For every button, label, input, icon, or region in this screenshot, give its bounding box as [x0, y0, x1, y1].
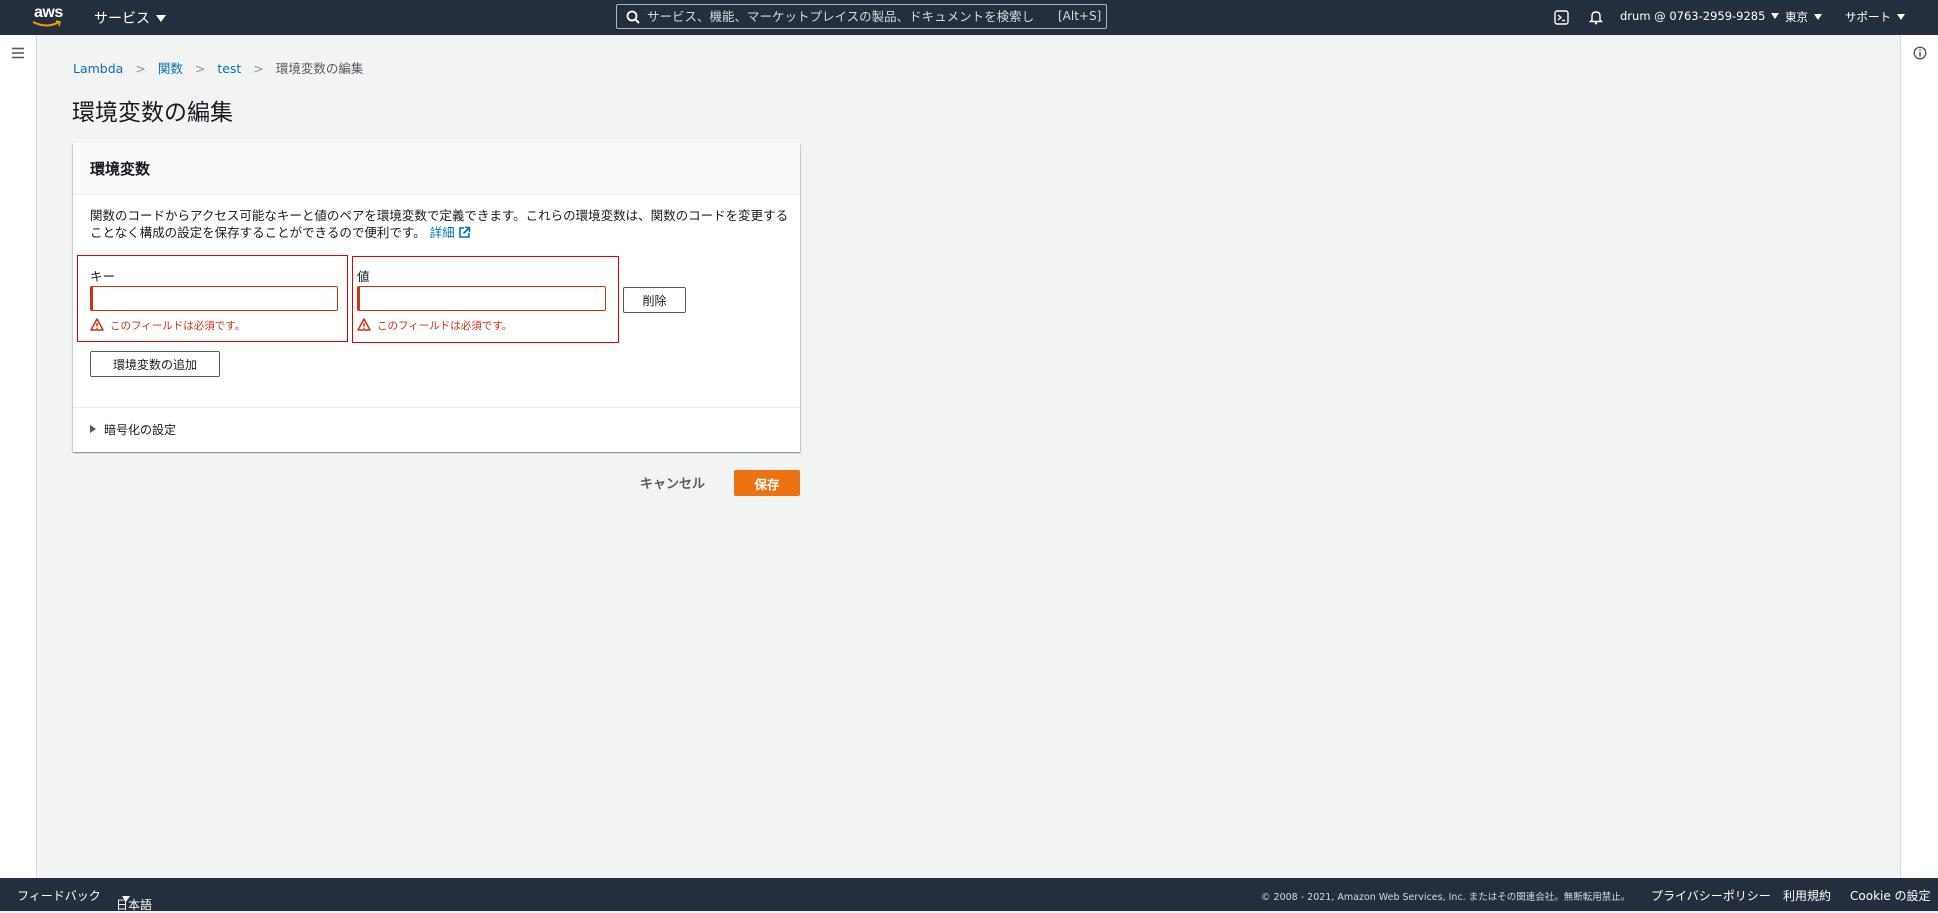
value-error-text: このフィールドは必須です。: [377, 320, 513, 332]
breadcrumb-item-test[interactable]: test: [217, 61, 241, 76]
account-label: drum @ 0763-2959-9285: [1620, 9, 1766, 23]
breadcrumb-item-lambda[interactable]: Lambda: [73, 61, 123, 76]
chevron-right-icon: >: [194, 61, 206, 76]
chevron-right-icon: >: [135, 61, 146, 76]
caret-down-icon: [122, 896, 130, 902]
tools-rail: [1900, 35, 1938, 878]
key-error-message: このフィールドは必須です。: [90, 318, 245, 333]
aws-logo[interactable]: aws: [30, 4, 70, 29]
footer: フィードバック 日本語 © 2008 - 2021, Amazon Web Se…: [0, 878, 1938, 912]
caret-down-icon: [1897, 14, 1905, 20]
search-shortcut: [Alt+S]: [1058, 9, 1102, 23]
caret-down-icon: [156, 15, 166, 22]
value-error-message: このフィールドは必須です。: [357, 318, 512, 333]
breadcrumb-item-functions[interactable]: 関数: [158, 61, 183, 76]
side-nav-rail: [0, 35, 37, 878]
support-label: サポート: [1845, 10, 1891, 24]
key-input[interactable]: [90, 286, 338, 311]
external-link-icon: [458, 226, 470, 238]
environment-variables-panel: 環境変数 関数のコードからアクセス可能なキーと値のペアを環境変数で定義できます。…: [73, 143, 800, 452]
chevron-right-icon: >: [253, 61, 264, 76]
caret-down-icon: [1771, 13, 1780, 19]
key-error-text: このフィールドは必須です。: [110, 320, 246, 332]
caret-down-icon: [1814, 14, 1822, 20]
top-navigation: aws サービス [Alt+S] drum @ 0763-2959-9285 東…: [0, 0, 1938, 35]
add-environment-variable-button[interactable]: 環境変数の追加: [90, 351, 220, 377]
caret-right-icon: [90, 425, 96, 433]
breadcrumb: Lambda > 関数 > test > 環境変数の編集: [73, 58, 363, 77]
panel-title: 環境変数: [90, 160, 151, 178]
save-button[interactable]: 保存: [734, 470, 800, 496]
search-box[interactable]: [Alt+S]: [616, 4, 1107, 29]
cancel-button[interactable]: キャンセル: [640, 473, 705, 492]
panel-description: 関数のコードからアクセス可能なキーと値のペアを環境変数で定義できます。これらの環…: [90, 207, 790, 241]
encryption-settings-expander[interactable]: 暗号化の設定: [90, 421, 176, 438]
warning-icon: [90, 318, 104, 331]
search-input[interactable]: [647, 5, 1097, 28]
region-menu[interactable]: 東京: [1785, 9, 1822, 25]
terms-link[interactable]: 利用規約: [1783, 887, 1831, 904]
learn-more-label: 詳細: [429, 225, 455, 240]
warning-icon: [357, 318, 371, 331]
key-label: キー: [90, 269, 116, 284]
region-label: 東京: [1785, 10, 1808, 24]
value-input[interactable]: [357, 286, 606, 311]
delete-button[interactable]: 削除: [623, 287, 686, 313]
panel-header: 環境変数: [73, 143, 800, 195]
learn-more-link[interactable]: 詳細: [430, 225, 471, 240]
feedback-link[interactable]: フィードバック: [17, 887, 101, 904]
bell-icon[interactable]: [1589, 10, 1603, 25]
cookie-settings-link[interactable]: Cookie の設定: [1850, 887, 1931, 904]
copyright-text: © 2008 - 2021, Amazon Web Services, Inc.…: [1261, 892, 1631, 903]
info-icon[interactable]: [1913, 46, 1927, 60]
services-label: サービス: [94, 11, 150, 27]
search-icon: [626, 10, 640, 24]
aws-smile-icon: [32, 20, 61, 27]
privacy-policy-link[interactable]: プライバシーポリシー: [1651, 887, 1771, 904]
account-menu[interactable]: drum @ 0763-2959-9285: [1620, 9, 1780, 23]
encryption-settings-label: 暗号化の設定: [104, 423, 177, 437]
breadcrumb-current: 環境変数の編集: [275, 61, 364, 76]
page-title: 環境変数の編集: [72, 100, 233, 126]
divider: [73, 407, 800, 408]
value-label: 値: [357, 269, 370, 284]
services-menu[interactable]: サービス: [94, 8, 166, 28]
cloudshell-icon[interactable]: [1554, 10, 1569, 25]
support-menu[interactable]: サポート: [1845, 9, 1905, 25]
hamburger-menu-icon[interactable]: [11, 47, 25, 59]
